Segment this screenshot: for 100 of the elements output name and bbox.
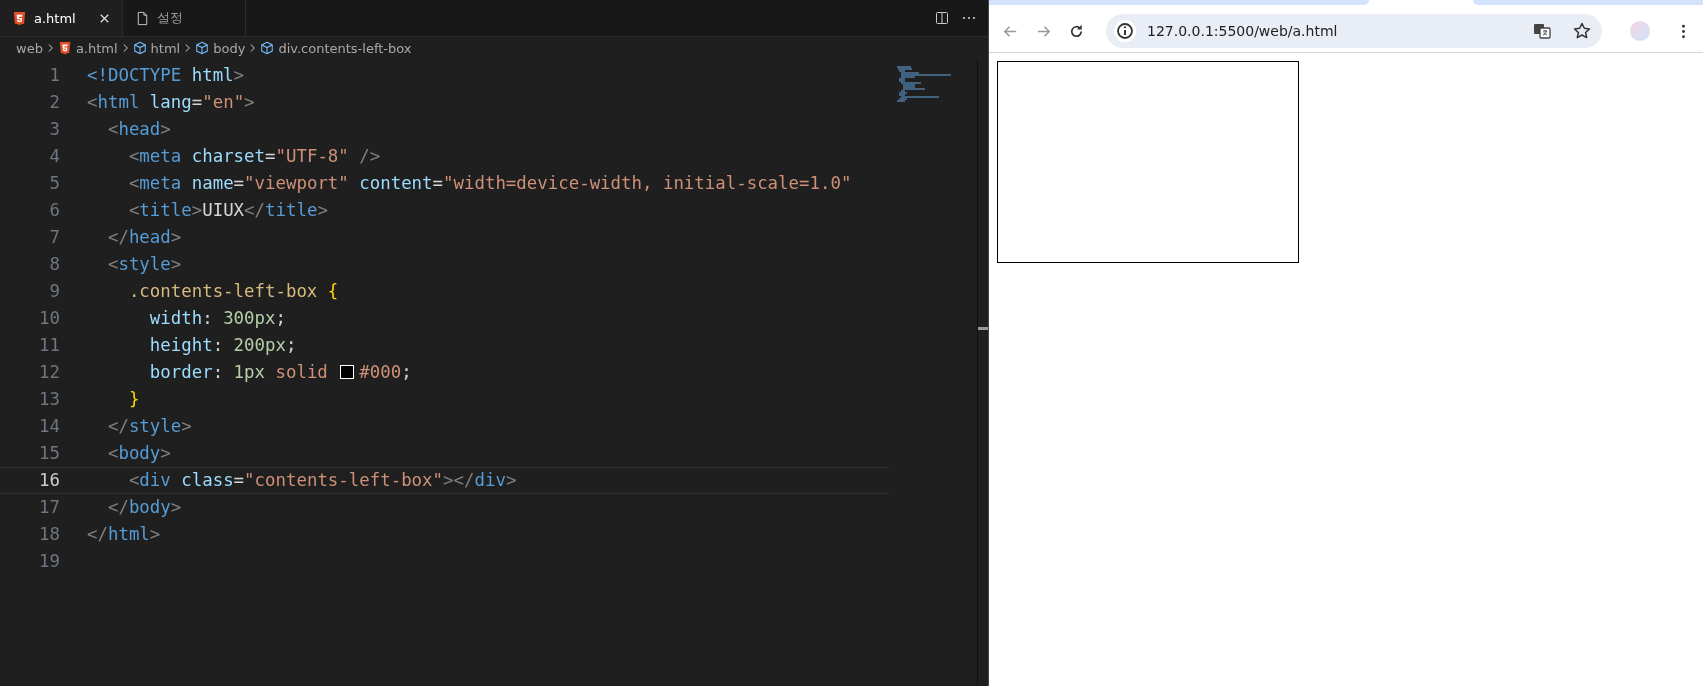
code-text: ; (401, 362, 412, 382)
code-tag: html (97, 92, 140, 112)
line-number: 9 (48, 280, 60, 303)
code-string: #000 (359, 362, 402, 382)
code-string: "viewport" (244, 173, 349, 193)
line-number: 16 (38, 469, 60, 492)
code-selector: .contents-left-box (127, 281, 318, 301)
breadcrumb-item[interactable]: html (132, 40, 181, 56)
code-punctuation: < (106, 443, 119, 463)
code-punctuation: > (181, 416, 192, 436)
code-punctuation: ></ (443, 470, 475, 490)
editor-tab[interactable]: 설정 (123, 0, 246, 36)
code-punctuation: </ (106, 227, 129, 247)
file-icon (135, 10, 150, 26)
line-number: 8 (48, 253, 60, 276)
code-tag: body (118, 443, 161, 463)
breadcrumb-item[interactable]: a.html (57, 40, 118, 56)
line-number: 19 (38, 550, 60, 573)
address-bar[interactable]: 127.0.0.1:5500/web/a.html (1106, 14, 1602, 48)
star-icon[interactable] (1572, 21, 1592, 41)
code-punctuation: /> (358, 146, 381, 166)
code-punctuation: < (127, 200, 140, 220)
code-attribute: name (190, 173, 234, 193)
line-number: 14 (38, 415, 60, 438)
code-string: "contents-left-box" (244, 470, 444, 490)
code-text: : (212, 362, 225, 382)
code-punctuation: </ (106, 416, 129, 436)
code-punctuation: > (170, 227, 182, 247)
code-tag: body (128, 497, 171, 517)
breadcrumb-item[interactable]: div.contents-left-box (260, 40, 412, 56)
editor-tab[interactable]: a.html (0, 0, 123, 36)
code-tag: div (474, 470, 506, 490)
line-number: 10 (38, 307, 60, 330)
code-tag: meta (139, 173, 182, 193)
code-attribute: lang (148, 92, 192, 112)
code-text: : (212, 335, 225, 355)
breadcrumb-item[interactable]: body (195, 40, 246, 56)
code-text: ; (275, 308, 286, 328)
line-number: 4 (48, 145, 60, 168)
code-attribute: width (148, 308, 203, 328)
line-number: 7 (48, 226, 60, 249)
code-punctuation: < (87, 92, 98, 112)
chevron-icon (248, 41, 258, 55)
code-number: 1px (233, 362, 265, 382)
line-number: 3 (48, 118, 60, 141)
code-punctuation: > (170, 254, 182, 274)
code-string: solid (274, 362, 329, 382)
color-swatch[interactable] (340, 365, 355, 379)
line-number: 1 (48, 64, 60, 87)
code-tag: meta (139, 146, 182, 166)
cube-icon (260, 41, 275, 55)
line-number: 15 (38, 442, 60, 465)
code-tag: html (107, 524, 150, 544)
code-punctuation: > (149, 524, 161, 544)
code-tag: style (118, 254, 171, 274)
code-text: = (432, 173, 444, 193)
code-punctuation: > (317, 200, 328, 220)
cube-icon (195, 41, 210, 55)
code-punctuation: < (127, 470, 140, 490)
code-string: "width=device-width, initial-scale=1.0" (443, 173, 852, 193)
code-brace: { (326, 281, 339, 301)
code-text: UIUX (202, 200, 245, 220)
code-attribute: class (180, 470, 234, 490)
code-text: = (191, 92, 203, 112)
translate-icon[interactable] (1532, 21, 1552, 41)
breadcrumb-item[interactable]: web (16, 40, 43, 56)
code-text: : (202, 308, 214, 328)
html5-icon (57, 41, 72, 55)
cube-icon (132, 41, 147, 55)
code-punctuation: > (170, 497, 182, 517)
code-tag: title (139, 200, 192, 220)
html5-icon (12, 10, 27, 26)
code-attribute: charset (190, 146, 265, 166)
code-tag: head (118, 119, 161, 139)
line-number: 17 (38, 496, 60, 519)
chevron-icon (183, 41, 193, 55)
line-number: 11 (38, 334, 60, 357)
line-number: 6 (48, 199, 60, 222)
line-number: 12 (38, 361, 60, 384)
code-brace: } (127, 389, 140, 409)
code-tag: title (265, 200, 318, 220)
code-text: ; (285, 335, 297, 355)
code-punctuation: > (244, 92, 255, 112)
code-punctuation: > (160, 119, 171, 139)
info-icon[interactable] (1113, 19, 1137, 43)
code-string: "UTF-8" (275, 146, 349, 166)
line-number: 13 (38, 388, 60, 411)
scrollbar-thumb[interactable] (978, 327, 988, 330)
line-number: 2 (48, 91, 60, 114)
code-attribute: height (148, 335, 213, 355)
split-editor-icon[interactable] (934, 10, 950, 26)
code-punctuation: < (127, 173, 140, 193)
code-number: 300px (223, 308, 276, 328)
code-punctuation: </ (106, 497, 129, 517)
code-punctuation: > (233, 65, 245, 85)
code-attribute: content (358, 173, 433, 193)
line-number: 5 (48, 172, 60, 195)
code-attribute: border (148, 362, 213, 382)
code-text: = (233, 470, 245, 490)
code-text: = (233, 173, 245, 193)
